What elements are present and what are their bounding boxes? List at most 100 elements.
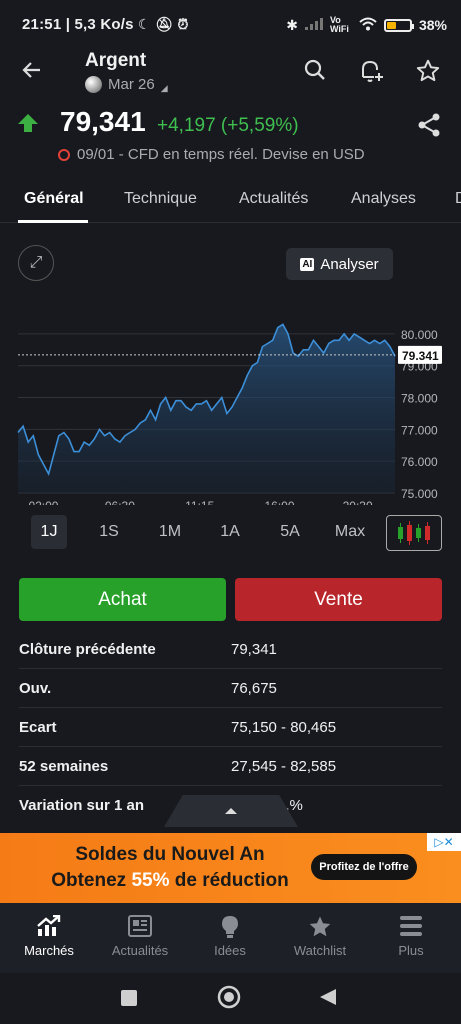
- battery-icon: [383, 18, 414, 32]
- sell-button[interactable]: Vente: [235, 578, 442, 621]
- vowifi-label: Vo WiFi: [329, 15, 349, 34]
- y-tick-label: 78.000: [401, 392, 438, 406]
- nav-marches[interactable]: Marchés: [3, 903, 95, 973]
- up-arrow-icon: [18, 114, 38, 132]
- back-button[interactable]: [20, 58, 44, 89]
- fullscreen-button[interactable]: ⤢: [18, 245, 54, 281]
- nav-idees[interactable]: Idées: [184, 903, 276, 973]
- wifi-icon: [359, 17, 377, 34]
- stat-value: 79,341: [231, 641, 277, 658]
- quote-info: 09/01 - CFD en temps réel. Devise en USD: [58, 146, 365, 163]
- last-price: 79,341: [60, 106, 146, 137]
- trade-buttons: Achat Vente: [0, 578, 461, 622]
- caret-down-icon: ◢: [160, 83, 168, 93]
- buy-button[interactable]: Achat: [19, 578, 226, 621]
- price-chart[interactable]: 80.000 79.000 78.000 77.000 76.000 75.000 79.3…: [0, 235, 461, 505]
- stat-label: Ouv.: [19, 680, 52, 697]
- analyser-button[interactable]: AI Analyser: [286, 248, 393, 280]
- timeframe-5a[interactable]: 5A: [272, 515, 308, 549]
- nav-actualites[interactable]: Actualités: [94, 903, 186, 973]
- back-arrow-icon: [22, 62, 40, 78]
- watchlist-star-button[interactable]: [415, 58, 441, 89]
- clock-icon: [58, 148, 70, 161]
- status-bar: 21:51 | 5,3 Ko/s ☾ 🔕︎ ⏰︎ ✱ Vo WiFi 38%: [0, 0, 461, 50]
- timeframe-max[interactable]: Max: [328, 515, 372, 549]
- bottom-nav: Marchés Actualités Idées Watchlist Plus: [0, 903, 461, 973]
- status-time-speed: 21:51 | 5,3 Ko/s ☾ 🔕︎ ⏰︎: [22, 16, 189, 33]
- x-tick-label: 06:30: [105, 499, 135, 505]
- news-icon: [94, 915, 186, 943]
- system-back-button[interactable]: [318, 987, 338, 1012]
- quote-info-text: 09/01 - CFD en temps réel. Devise en USD: [77, 146, 365, 163]
- tab-general[interactable]: Général: [24, 190, 84, 208]
- ad-cta-button[interactable]: Profitez de l'offre: [311, 854, 417, 880]
- tab-more[interactable]: D: [455, 190, 461, 208]
- notifications-off-icon: 🔕︎: [155, 16, 174, 32]
- chart-up-icon: [3, 914, 95, 943]
- price-area: [18, 324, 395, 493]
- current-price-label: 79.341: [402, 349, 439, 363]
- search-button[interactable]: [303, 58, 327, 87]
- tab-technique[interactable]: Technique: [124, 190, 197, 208]
- recents-button[interactable]: [120, 989, 138, 1012]
- menu-icon: [365, 915, 457, 943]
- y-tick-label: 80.000: [401, 328, 438, 342]
- contract-selector[interactable]: Mar 26 ◢: [85, 75, 168, 94]
- y-tick-label: 75.000: [401, 487, 438, 501]
- chart-type-button[interactable]: [386, 515, 442, 551]
- timeframe-1m[interactable]: 1M: [151, 515, 189, 549]
- ad-headline: Soldes du Nouvel An: [75, 844, 265, 865]
- section-tabs: Général Technique Actualités Analyses D: [0, 178, 461, 223]
- adchoices-icon[interactable]: ▷✕: [427, 833, 461, 851]
- moon-icon: ☾: [138, 16, 151, 32]
- bluetooth-icon: ✱: [286, 16, 298, 33]
- x-tick-label: 20:30: [343, 499, 373, 505]
- stat-value: 75,150 - 80,465: [231, 719, 337, 736]
- star-outline-icon: [416, 59, 440, 82]
- square-icon: [121, 990, 137, 1006]
- x-tick-label: 02:00: [28, 499, 58, 505]
- stat-row: Ouv. 76,675: [19, 669, 442, 708]
- y-tick-label: 77.000: [401, 423, 438, 437]
- stat-row: Ecart 75,150 - 80,465: [19, 708, 442, 747]
- alarm-icon: ⏰︎: [177, 16, 189, 32]
- star-icon: [274, 915, 366, 945]
- signal-icon: [304, 17, 323, 33]
- add-alert-button[interactable]: [358, 58, 384, 89]
- bell-plus-icon: [362, 60, 383, 82]
- chevron-up-icon: [225, 808, 237, 814]
- stat-value: 76,675: [231, 680, 277, 697]
- share-button[interactable]: [417, 112, 441, 143]
- tab-analyses[interactable]: Analyses: [351, 190, 416, 208]
- timeframe-selector: 1J 1S 1M 1A 5A Max: [0, 515, 461, 553]
- instrument-title: Argent: [85, 50, 147, 71]
- stat-row: Clôture précédente 79,341: [19, 630, 442, 669]
- analyser-label: Analyser: [320, 255, 379, 273]
- battery-percent: 38%: [418, 17, 447, 33]
- stat-value: 27,545 - 82,585: [231, 758, 337, 775]
- candlestick-icon: [398, 521, 430, 545]
- status-right: ✱ Vo WiFi 38%: [286, 16, 447, 34]
- price-change: +4,197 (+5,59%): [157, 115, 299, 136]
- stat-label: 52 semaines: [19, 758, 109, 775]
- x-tick-label: 11:15: [185, 499, 214, 505]
- nav-plus[interactable]: Plus: [365, 903, 457, 973]
- ad-discount: 55%: [131, 870, 170, 891]
- system-navigation: [0, 973, 461, 1024]
- x-tick-label: 16:00: [265, 499, 295, 505]
- ad-subline: Obtenez 55% de réduction: [51, 870, 289, 891]
- nav-watchlist[interactable]: Watchlist: [274, 903, 366, 973]
- instrument-header: Argent Mar 26 ◢: [0, 50, 461, 98]
- ad-banner[interactable]: Soldes du Nouvel An Obtenez 55% de réduc…: [0, 833, 461, 903]
- expand-icon: ⤢: [29, 254, 43, 271]
- home-button[interactable]: [217, 985, 241, 1014]
- quote-row: 79,341 +4,197 (+5,59%): [0, 104, 461, 144]
- timeframe-1j[interactable]: 1J: [31, 515, 67, 549]
- circle-icon: [217, 985, 241, 1009]
- active-tab-indicator: [18, 220, 88, 223]
- tab-actualites[interactable]: Actualités: [239, 190, 308, 208]
- timeframe-1s[interactable]: 1S: [91, 515, 127, 549]
- timeframe-1a[interactable]: 1A: [212, 515, 248, 549]
- expand-panel-button[interactable]: [164, 795, 298, 827]
- triangle-back-icon: [320, 989, 336, 1005]
